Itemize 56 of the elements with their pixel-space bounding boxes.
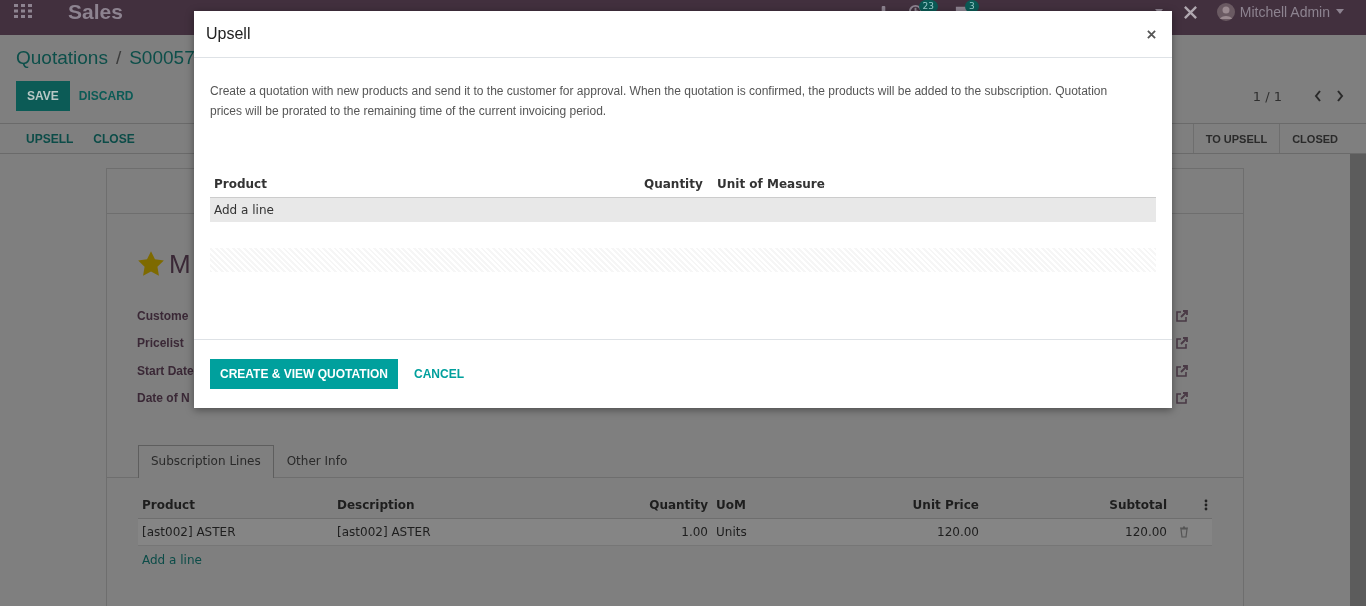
breadcrumb-link[interactable]: Quotations <box>16 47 108 69</box>
field-label: Date of N <box>137 391 190 406</box>
record-title: M <box>169 248 191 280</box>
column-header[interactable]: Quantity <box>640 177 703 191</box>
table-cell-text: [ast002] ASTER <box>336 525 432 539</box>
save-button[interactable]: SAVE <box>16 81 70 111</box>
previous-icon[interactable] <box>1314 90 1322 102</box>
dialog-title: Upsell <box>206 25 252 43</box>
field-label: Start Date <box>137 363 194 378</box>
external-link-icon[interactable] <box>1175 363 1189 378</box>
column-header[interactable]: Product <box>138 498 333 512</box>
external-link-icon[interactable] <box>1175 336 1189 351</box>
discard-button[interactable]: DISCARD <box>72 88 140 104</box>
create-quotation-button[interactable]: CREATE & VIEW QUOTATION <box>210 359 398 389</box>
star-icon[interactable] <box>137 250 165 278</box>
stage-button[interactable]: CLOSED <box>1279 124 1350 153</box>
user-menu[interactable]: Mitchell Admin <box>1239 0 1330 24</box>
tab[interactable]: Subscription Lines <box>138 445 274 478</box>
cancel-button[interactable]: CANCEL <box>404 359 474 389</box>
table-cell-text: [ast002] ASTER <box>141 525 237 539</box>
kebab-menu-icon[interactable] <box>1204 499 1208 511</box>
table-cell-text: 120.00 <box>1124 525 1168 539</box>
dialog-description: Create a quotation with new products and send it to the customer for approval. When the quotation is confirmed, the products will be added to the subscription. Quotation prices will be prorated to the remaining time of the current invoicing period. <box>210 83 1109 120</box>
caret-icon <box>1336 9 1344 14</box>
trash-icon[interactable] <box>1179 526 1189 538</box>
add-line-link[interactable]: Add a line <box>142 553 202 567</box>
pager-value: 1 / 1 <box>1252 88 1282 104</box>
scrollbar[interactable] <box>1350 154 1366 606</box>
table-cell-text: 1.00 <box>680 525 709 539</box>
external-link-icon[interactable] <box>1175 308 1189 323</box>
add-line-row[interactable]: Add a line <box>210 197 1156 222</box>
app-name: Sales <box>68 0 123 24</box>
field-label: Pricelist <box>137 336 184 351</box>
action-button[interactable]: UPSELL <box>16 131 84 146</box>
table-cell-text: 120.00 <box>936 525 980 539</box>
field-label: Custome <box>137 308 189 323</box>
close-icon[interactable] <box>1147 29 1156 39</box>
column-header[interactable]: Description <box>333 498 601 512</box>
external-link-icon[interactable] <box>1175 391 1189 406</box>
next-icon[interactable] <box>1336 90 1344 102</box>
breadcrumb-separator: / <box>115 47 122 69</box>
action-button[interactable]: CLOSE <box>83 131 145 146</box>
table-row[interactable]: [ast002] ASTER [ast002] ASTER 1.00 Units 120.00 120.00 <box>138 519 1212 546</box>
column-header[interactable]: Unit Price <box>862 498 983 512</box>
tools-icon[interactable] <box>1182 5 1198 20</box>
column-header[interactable]: Unit of Measure <box>703 177 1156 191</box>
column-header[interactable]: Quantity <box>601 498 712 512</box>
column-header[interactable]: UoM <box>712 498 862 512</box>
avatar-icon[interactable] <box>1215 2 1236 22</box>
stage-button[interactable]: TO UPSELL <box>1192 124 1280 153</box>
apps-menu-icon[interactable] <box>14 4 32 18</box>
breadcrumb-link[interactable]: S00057 <box>129 47 195 69</box>
table-cell-text: Units <box>715 525 748 539</box>
column-header[interactable]: Product <box>210 177 640 191</box>
tab[interactable]: Other Info <box>273 445 361 477</box>
column-header[interactable]: Subtotal <box>983 498 1171 512</box>
